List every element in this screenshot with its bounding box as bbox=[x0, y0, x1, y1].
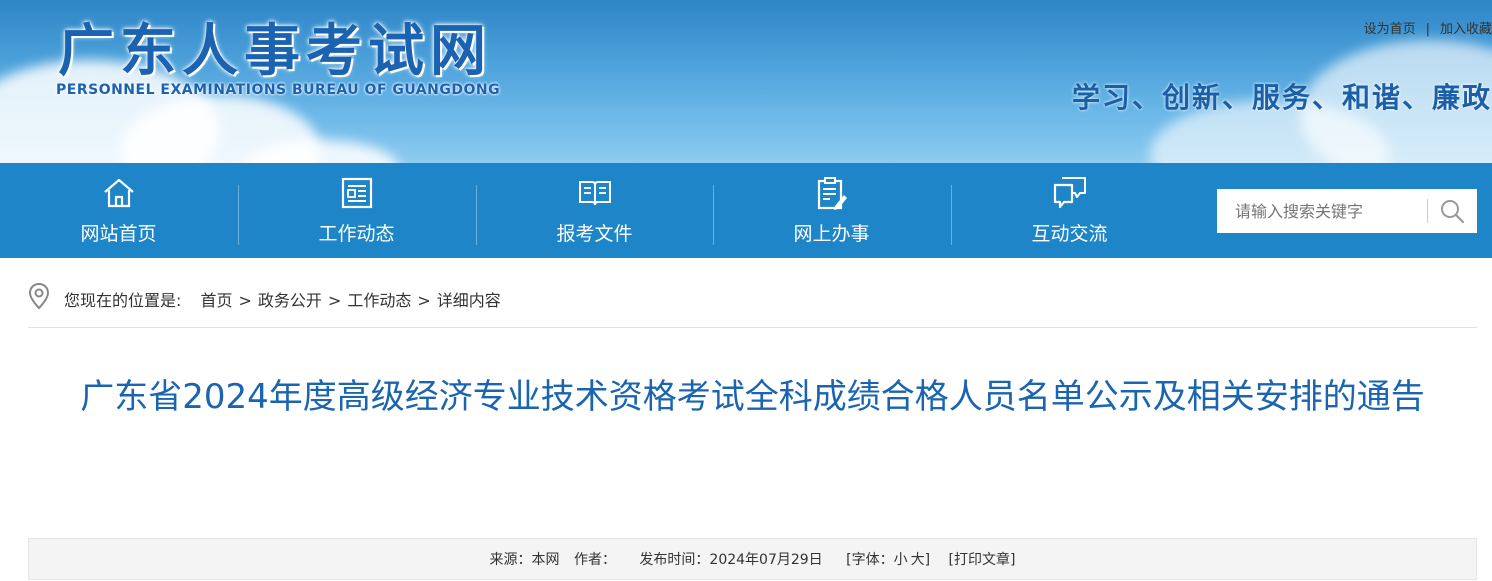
nav-item-home[interactable]: 网站首页 bbox=[0, 163, 237, 258]
article-author: 作者： bbox=[573, 552, 616, 568]
article-meta-bar: 来源：本网 作者： 发布时间：2024年07月29日 [字体：小 大] [打印文章… bbox=[28, 538, 1477, 580]
main-nav: 网站首页 工作动态 报考文件 网上办事 互动交流 请输入搜索关键字 bbox=[0, 163, 1492, 258]
article-source: 来源：本网 bbox=[489, 552, 560, 568]
breadcrumb-item-home[interactable]: 首页 bbox=[201, 291, 233, 310]
site-logo-title[interactable]: 广东人事考试网 bbox=[58, 6, 492, 87]
breadcrumb-separator: > bbox=[238, 291, 252, 310]
set-homepage-link[interactable]: 设为首页 bbox=[1364, 22, 1416, 37]
breadcrumb-prefix: 您现在的位置是: bbox=[64, 291, 182, 310]
font-large-button[interactable]: 大] bbox=[911, 552, 930, 568]
add-favorite-link[interactable]: 加入收藏 bbox=[1440, 22, 1492, 37]
chat-icon bbox=[1053, 177, 1086, 209]
nav-item-work-news[interactable]: 工作动态 bbox=[238, 163, 475, 258]
print-article-button[interactable]: [打印文章] bbox=[949, 552, 1016, 568]
font-size-label: [字体： bbox=[846, 552, 894, 568]
top-links: 设为首页 | 加入收藏 bbox=[1364, 18, 1492, 37]
search-divider bbox=[1427, 199, 1428, 223]
article-publish-date: 发布时间：2024年07月29日 bbox=[639, 552, 823, 568]
site-logo-subtitle: PERSONNEL EXAMINATIONS BUREAU OF GUANGDO… bbox=[56, 82, 501, 98]
book-icon bbox=[578, 181, 611, 206]
breadcrumb-separator: > bbox=[327, 291, 342, 310]
breadcrumb-item-gov-affairs[interactable]: 政务公开 bbox=[258, 291, 322, 310]
search-icon[interactable] bbox=[1437, 196, 1467, 226]
news-icon bbox=[341, 177, 372, 209]
nav-item-label: 网上办事 bbox=[793, 223, 870, 245]
nav-item-label: 互动交流 bbox=[1031, 223, 1108, 245]
nav-item-label: 工作动态 bbox=[318, 223, 395, 245]
breadcrumb-separator: > bbox=[417, 291, 431, 310]
site-header: 广东人事考试网 PERSONNEL EXAMINATIONS BUREAU OF… bbox=[0, 0, 1492, 165]
nav-item-online-services[interactable]: 网上办事 bbox=[713, 163, 950, 258]
search-box bbox=[1217, 189, 1477, 233]
nav-item-label: 网站首页 bbox=[80, 223, 157, 245]
home-icon bbox=[103, 178, 134, 208]
clipboard-pen-icon bbox=[817, 177, 847, 210]
site-slogan: 学习、创新、服务、和谐、廉政 bbox=[1071, 81, 1492, 114]
search-input[interactable] bbox=[1217, 189, 1440, 233]
nav-item-interaction[interactable]: 互动交流 bbox=[951, 163, 1188, 258]
nav-item-exam-documents[interactable]: 报考文件 bbox=[476, 163, 713, 258]
location-pin-icon bbox=[28, 282, 50, 310]
divider bbox=[28, 327, 1477, 328]
article-title: 广东省2024年度高级经济专业技术资格考试全科成绩合格人员名单公示及相关安排的通… bbox=[80, 377, 1425, 417]
breadcrumb-item-work-news[interactable]: 工作动态 bbox=[347, 291, 411, 310]
top-links-separator: | bbox=[1425, 22, 1430, 37]
font-small-button[interactable]: 小 bbox=[894, 552, 908, 568]
breadcrumb-item-detail: 详细内容 bbox=[436, 291, 501, 310]
nav-item-label: 报考文件 bbox=[556, 223, 633, 245]
